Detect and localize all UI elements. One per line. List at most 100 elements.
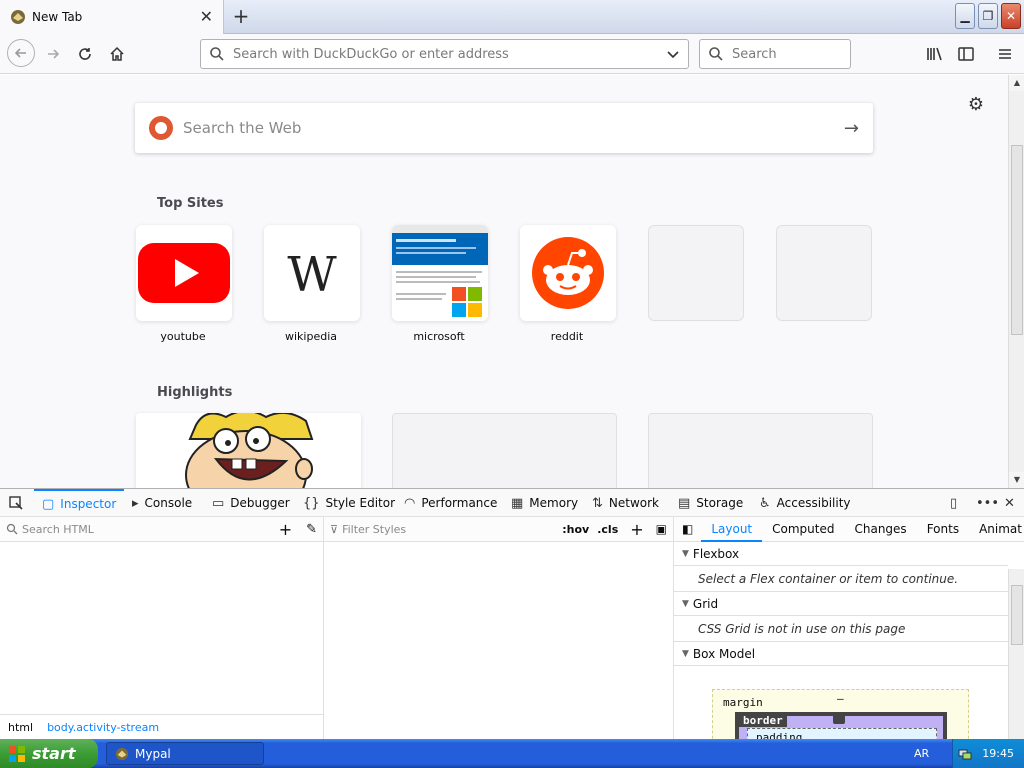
more-options-button[interactable]: ••• <box>976 489 1005 517</box>
tab-changes[interactable]: Changes <box>844 517 916 542</box>
hov-toggle[interactable]: :hov <box>562 523 589 536</box>
network-tray-icon[interactable] <box>958 747 972 761</box>
tab-debugger[interactable]: ▭ Debugger <box>212 489 290 517</box>
close-tab-icon[interactable]: ✕ <box>200 9 213 25</box>
top-site-microsoft[interactable] <box>392 225 488 321</box>
new-tab-page: ⚙ Search the Web → Top Sites W youtube w… <box>0 75 1008 488</box>
home-button[interactable] <box>104 41 130 67</box>
top-site-reddit[interactable] <box>520 225 616 321</box>
forward-button[interactable] <box>40 41 66 67</box>
tab-strip: New Tab ✕ + ▁ ❐ ✕ <box>0 0 1024 34</box>
tab-label: Memory <box>529 496 579 510</box>
chevron-down-icon[interactable] <box>666 47 680 61</box>
top-site-label: youtube <box>160 330 206 343</box>
close-window-button[interactable]: ✕ <box>1001 3 1021 29</box>
braces-icon: {} <box>303 495 320 511</box>
top-site-empty[interactable] <box>776 225 872 321</box>
tab-performance[interactable]: ◠ Performance <box>404 489 497 517</box>
tab-console[interactable]: ▸ Console <box>132 489 192 517</box>
add-node-icon[interactable]: + <box>279 520 292 539</box>
print-media-icon[interactable]: ▣ <box>656 522 667 536</box>
tab-layout[interactable]: Layout <box>701 517 763 542</box>
sidebar-tabs: ◧ Layout Computed Changes Fonts Animat ▼ <box>674 517 1024 542</box>
language-indicator[interactable]: AR <box>914 747 929 760</box>
dock-button[interactable]: ▯ <box>950 489 963 517</box>
toggle-sidebar-icon[interactable]: ◧ <box>674 522 701 536</box>
tab-inspector[interactable]: ▢ Inspector <box>34 489 125 517</box>
border-top-value[interactable] <box>833 712 845 724</box>
scroll-down-arrow-icon[interactable]: ▼ <box>1009 472 1024 488</box>
tab-storage[interactable]: ▤ Storage <box>678 489 743 517</box>
breadcrumb-item[interactable]: html <box>8 721 33 734</box>
tab-animations[interactable]: Animat <box>969 517 1024 542</box>
memory-chip-icon: ▦ <box>511 495 524 511</box>
scrollbar-thumb[interactable] <box>1011 145 1023 335</box>
reload-button[interactable] <box>72 41 98 67</box>
page-scrollbar[interactable]: ▲ ▼ <box>1008 75 1024 488</box>
start-button[interactable]: start <box>0 739 98 768</box>
new-tab-button[interactable]: + <box>229 4 253 28</box>
wikipedia-logo-icon: W <box>287 247 337 303</box>
grid-section-header[interactable]: ▼ Grid <box>674 592 1008 616</box>
tab-fonts[interactable]: Fonts <box>917 517 969 542</box>
url-placeholder: Search with DuckDuckGo or enter address <box>233 46 509 62</box>
back-button[interactable] <box>7 39 35 67</box>
tab-memory[interactable]: ▦ Memory <box>511 489 578 517</box>
arrow-right-icon[interactable]: → <box>844 118 859 139</box>
web-search-placeholder: Search the Web <box>183 119 302 137</box>
filter-styles-input[interactable]: Filter Styles <box>342 523 562 536</box>
console-icon: ▸ <box>132 495 139 511</box>
menu-button[interactable] <box>992 41 1018 67</box>
breadcrumb-item[interactable]: body.activity-stream <box>47 721 159 734</box>
debugger-icon: ▭ <box>212 495 225 511</box>
highlight-card-empty[interactable] <box>648 413 873 488</box>
search-icon <box>210 47 224 61</box>
cls-toggle[interactable]: .cls <box>597 523 618 536</box>
add-rule-icon[interactable]: + <box>630 520 643 539</box>
library-icon <box>927 47 942 61</box>
taskbar-item-mypal[interactable]: Mypal <box>106 742 264 765</box>
margin-top-value[interactable]: – <box>837 692 844 705</box>
top-site-youtube[interactable] <box>136 225 232 321</box>
url-bar[interactable]: Search with DuckDuckGo or enter address <box>200 39 689 69</box>
top-site-wikipedia[interactable]: W <box>264 225 360 321</box>
tab-computed[interactable]: Computed <box>762 517 844 542</box>
gear-icon[interactable]: ⚙ <box>966 95 986 115</box>
rules-toolbar: ⊽ Filter Styles :hov .cls + ▣ <box>324 517 673 542</box>
library-button[interactable] <box>922 41 948 67</box>
element-picker-button[interactable] <box>8 489 24 517</box>
search-html-input[interactable]: Search HTML <box>22 523 279 536</box>
scroll-up-arrow-icon[interactable]: ▲ <box>1009 75 1024 91</box>
sidebar-button[interactable] <box>953 41 979 67</box>
highlight-card[interactable] <box>136 413 361 488</box>
box-model-section-header[interactable]: ▼ Box Model <box>674 642 1008 666</box>
section-title: Flexbox <box>692 546 740 561</box>
margin-label: margin <box>723 696 763 709</box>
disclosure-triangle-icon: ▼ <box>682 598 689 609</box>
tab-accessibility[interactable]: ♿ Accessibility <box>759 489 851 517</box>
tab-new-tab[interactable]: New Tab ✕ <box>0 0 224 34</box>
tab-network[interactable]: ⇅ Network <box>592 489 659 517</box>
top-sites-heading: Top Sites <box>157 196 224 211</box>
taskbar: start Mypal AR 19:45 <box>0 739 1024 768</box>
tab-label: Network <box>608 496 660 510</box>
gauge-icon: ◠ <box>404 495 416 511</box>
tab-style-editor[interactable]: {} Style Editor <box>303 489 395 517</box>
search-bar[interactable]: Search <box>699 39 851 69</box>
minimize-button[interactable]: ▁ <box>955 3 975 29</box>
scrollbar-thumb[interactable] <box>1011 585 1023 645</box>
grid-message: CSS Grid is not in use on this page <box>674 616 1008 642</box>
top-site-label: reddit <box>550 330 584 343</box>
flexbox-section-header[interactable]: ▼ Flexbox <box>674 542 1008 566</box>
highlight-card-empty[interactable] <box>392 413 617 488</box>
search-icon <box>6 523 18 535</box>
sidebar-scrollbar[interactable] <box>1008 569 1024 740</box>
top-site-empty[interactable] <box>648 225 744 321</box>
tab-label: Accessibility <box>776 496 851 510</box>
reload-icon <box>79 48 91 60</box>
maximize-button[interactable]: ❐ <box>978 3 998 29</box>
eyedropper-icon[interactable]: ✎ <box>306 522 317 537</box>
close-devtools-button[interactable]: ✕ <box>1004 489 1021 517</box>
home-icon <box>110 46 124 61</box>
web-search-box[interactable]: Search the Web → <box>135 103 873 153</box>
